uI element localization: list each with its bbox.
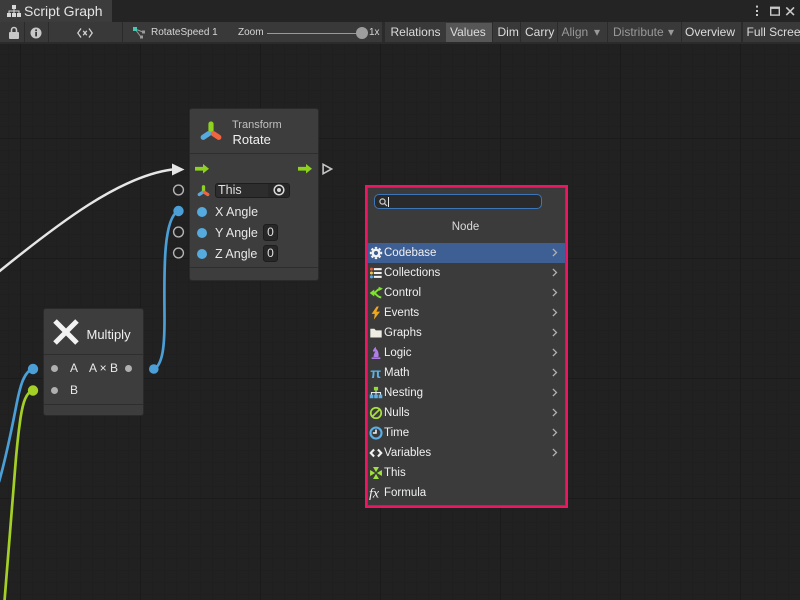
svg-text:π: π: [370, 366, 381, 380]
svg-text:fx: fx: [369, 486, 380, 500]
